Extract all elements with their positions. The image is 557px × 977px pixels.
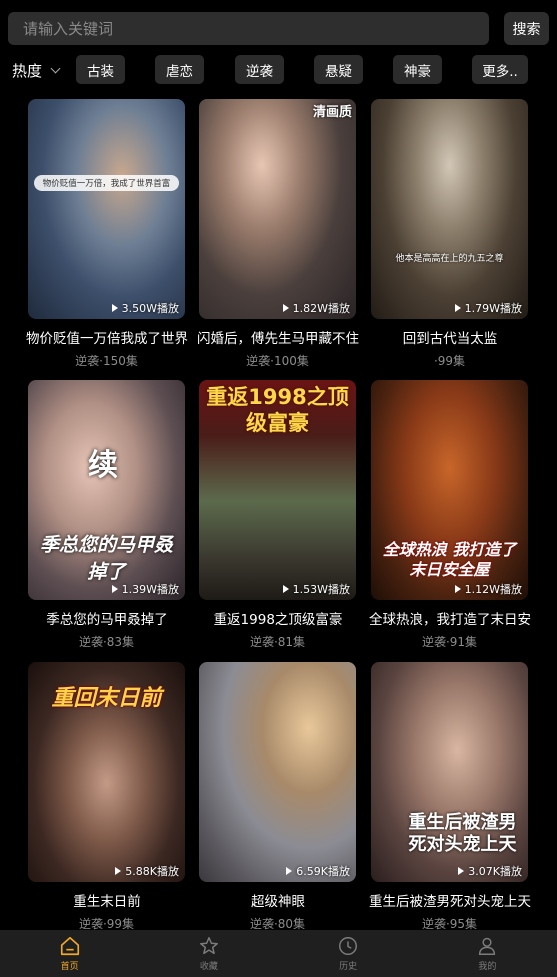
sort-dropdown[interactable]: 热度 xyxy=(12,54,61,86)
poster-caption: 清画质 xyxy=(312,105,352,120)
drama-card[interactable]: 重返1998之顶级富豪 1.53W播放 重返1998之顶级富豪 逆袭·81集 xyxy=(199,380,356,650)
tab-home[interactable]: 首页 xyxy=(0,930,139,977)
drama-title: 季总您的马甲叒掉了 xyxy=(46,612,168,628)
poster-caption: 重返1998之顶级富豪 xyxy=(206,385,349,435)
filter-chip[interactable]: 虐恋 xyxy=(155,55,204,84)
play-count: 1.79W播放 xyxy=(454,300,522,316)
drama-meta: 逆袭·91集 xyxy=(421,635,478,649)
poster-caption: 重回末日前 xyxy=(51,686,162,711)
filter-chip[interactable]: 神豪 xyxy=(393,55,442,84)
play-icon xyxy=(282,585,289,593)
tab-label: 首页 xyxy=(60,962,79,972)
poster-caption: 季总您的马甲叒掉了 xyxy=(39,534,173,583)
drama-poster[interactable]: 6.59K播放 xyxy=(199,662,356,882)
drama-poster[interactable]: 物价贬值一万倍，我成了世界首富 3.50W播放 xyxy=(28,99,185,319)
drama-title: 回到古代当太监 xyxy=(402,331,498,347)
play-icon xyxy=(282,304,289,312)
poster-badge: 续 xyxy=(88,448,118,483)
tab-favorites[interactable]: 收藏 xyxy=(139,930,278,977)
tab-history[interactable]: 历史 xyxy=(279,930,418,977)
play-count: 1.12W播放 xyxy=(454,581,522,597)
filter-row: 热度 古装 虐恋 逆袭 悬疑 神豪 更多.. xyxy=(0,54,557,86)
play-count: 1.53W播放 xyxy=(282,581,350,597)
play-count: 3.07K播放 xyxy=(458,863,522,879)
play-icon xyxy=(115,867,122,875)
tab-label: 历史 xyxy=(339,962,358,972)
drama-title: 重生后被渣男死对头宠上天 xyxy=(369,894,531,910)
filter-chip[interactable]: 悬疑 xyxy=(314,55,363,84)
drama-meta: ·99集 xyxy=(433,354,466,368)
drama-poster[interactable]: 他本是高高在上的九五之尊 1.79W播放 xyxy=(371,99,528,319)
drama-title: 重生末日前 xyxy=(73,894,141,910)
drama-title: 全球热浪，我打造了末日安 xyxy=(369,612,531,628)
drama-card[interactable]: 续 季总您的马甲叒掉了 1.39W播放 季总您的马甲叒掉了 逆袭·83集 xyxy=(28,380,185,650)
drama-poster[interactable]: 清画质 1.82W播放 xyxy=(199,99,356,319)
filter-chip[interactable]: 逆袭 xyxy=(235,55,284,84)
drama-card[interactable]: 重回末日前 5.88K播放 重生末日前 逆袭·99集 xyxy=(28,662,185,932)
drama-meta: 逆袭·150集 xyxy=(75,354,138,368)
drama-card[interactable]: 物价贬值一万倍，我成了世界首富 3.50W播放 物价贬值一万倍我成了世界 逆袭·… xyxy=(26,99,188,369)
bottom-tab-bar: 首页 收藏 历史 我的 xyxy=(0,930,557,977)
sort-label: 热度 xyxy=(12,61,43,80)
drama-poster[interactable]: 重返1998之顶级富豪 1.53W播放 xyxy=(199,380,356,600)
drama-title: 物价贬值一万倍我成了世界 xyxy=(26,331,188,347)
play-count: 6.59K播放 xyxy=(286,863,350,879)
clock-icon xyxy=(339,937,358,955)
poster-caption: 全球热浪 我打造了末日安全屋 xyxy=(382,540,517,579)
drama-title: 重返1998之顶级富豪 xyxy=(213,612,343,628)
chevron-down-icon xyxy=(50,63,61,73)
search-bar[interactable] xyxy=(8,12,489,45)
tab-label: 我的 xyxy=(478,962,497,972)
filter-chip-more[interactable]: 更多.. xyxy=(472,55,528,84)
drama-poster[interactable]: 续 季总您的马甲叒掉了 1.39W播放 xyxy=(28,380,185,600)
play-icon xyxy=(111,304,118,312)
tab-label: 收藏 xyxy=(199,962,218,972)
drama-card[interactable]: 清画质 1.82W播放 闪婚后，傅先生马甲藏不住 逆袭·100集 xyxy=(197,99,359,369)
poster-caption: 物价贬值一万倍，我成了世界首富 xyxy=(34,175,179,191)
drama-card[interactable]: 重生后被渣男死对头宠上天 3.07K播放 重生后被渣男死对头宠上天 逆袭·95集 xyxy=(369,662,531,932)
poster-caption: 他本是高高在上的九五之尊 xyxy=(395,254,504,264)
drama-title: 闪婚后，傅先生马甲藏不住 xyxy=(197,331,359,347)
drama-title: 超级神眼 xyxy=(251,894,305,910)
play-icon xyxy=(454,304,461,312)
user-icon xyxy=(479,937,496,955)
drama-meta: 逆袭·83集 xyxy=(78,635,135,649)
star-icon xyxy=(199,937,218,955)
drama-meta: 逆袭·100集 xyxy=(246,354,309,368)
search-button[interactable]: 搜索 xyxy=(504,12,549,45)
play-icon xyxy=(111,585,118,593)
play-icon xyxy=(454,585,461,593)
poster-caption: 重生后被渣男死对头宠上天 xyxy=(408,812,517,855)
drama-poster[interactable]: 全球热浪 我打造了末日安全屋 1.12W播放 xyxy=(371,380,528,600)
drama-meta: 逆袭·81集 xyxy=(249,635,306,649)
tab-profile[interactable]: 我的 xyxy=(418,930,557,977)
drama-card[interactable]: 全球热浪 我打造了末日安全屋 1.12W播放 全球热浪，我打造了末日安 逆袭·9… xyxy=(369,380,531,650)
drama-poster[interactable]: 重生后被渣男死对头宠上天 3.07K播放 xyxy=(371,662,528,882)
play-icon xyxy=(458,867,465,875)
play-count: 5.88K播放 xyxy=(115,863,179,879)
drama-card[interactable]: 他本是高高在上的九五之尊 1.79W播放 回到古代当太监 ·99集 xyxy=(371,99,528,369)
filter-chip[interactable]: 古装 xyxy=(76,55,125,84)
play-count: 1.39W播放 xyxy=(111,581,179,597)
drama-card[interactable]: 6.59K播放 超级神眼 逆袭·80集 xyxy=(199,662,356,932)
drama-poster[interactable]: 重回末日前 5.88K播放 xyxy=(28,662,185,882)
play-icon xyxy=(286,867,293,875)
search-input[interactable] xyxy=(23,19,489,38)
play-count: 1.82W播放 xyxy=(282,300,350,316)
play-count: 3.50W播放 xyxy=(111,300,179,316)
home-icon xyxy=(60,936,79,956)
